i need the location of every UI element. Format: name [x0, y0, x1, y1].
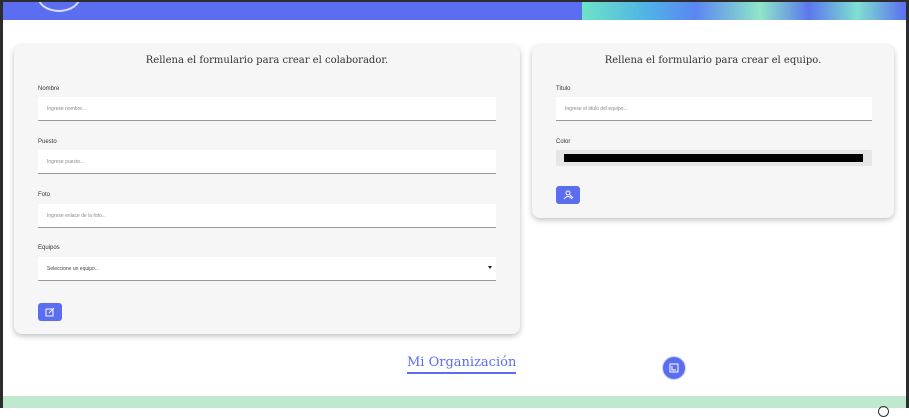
color-swatch	[564, 154, 863, 162]
collaborator-form-card: Rellena el formulario para crear el cola…	[14, 45, 520, 334]
toggle-form-button[interactable]	[663, 357, 685, 379]
footer	[3, 396, 906, 408]
team-form-card: Rellena el formulario para crear el equi…	[532, 45, 894, 218]
organization-title: Mi Organización	[407, 355, 517, 374]
chevron-down-icon	[488, 266, 492, 269]
foto-label: Foto	[38, 192, 51, 198]
color-label: Color	[556, 139, 571, 145]
foto-input[interactable]: Ingrese enlace de la foto...	[38, 204, 496, 228]
toggle-form-icon	[669, 363, 679, 373]
create-collaborator-button[interactable]	[38, 303, 62, 321]
titulo-input[interactable]: Ingrese el titulo del equipo...	[556, 97, 872, 121]
puesto-input[interactable]: Ingrese puesto...	[38, 150, 496, 174]
puesto-label: Puesto	[38, 139, 57, 145]
edit-square-icon	[45, 307, 55, 317]
nombre-input[interactable]: Ingrese nombre...	[38, 97, 496, 121]
color-input[interactable]	[556, 150, 872, 166]
equipos-select[interactable]: Seleccione un equipo...	[38, 257, 496, 281]
equipos-selected-value: Seleccione un equipo...	[47, 266, 99, 272]
window-frame-left	[0, 0, 3, 408]
collaborator-form-title: Rellena el formulario para crear el cola…	[145, 55, 389, 66]
header-banner	[3, 2, 906, 20]
nombre-label: Nombre	[38, 86, 60, 92]
header-artwork	[582, 2, 906, 20]
titulo-label: Titulo	[556, 86, 571, 92]
team-form-title: Rellena el formulario para crear el equi…	[604, 55, 822, 66]
add-user-icon	[563, 190, 573, 200]
header-logo	[37, 2, 81, 12]
create-team-button[interactable]	[556, 186, 580, 204]
equipos-label: Equipos	[38, 245, 60, 251]
